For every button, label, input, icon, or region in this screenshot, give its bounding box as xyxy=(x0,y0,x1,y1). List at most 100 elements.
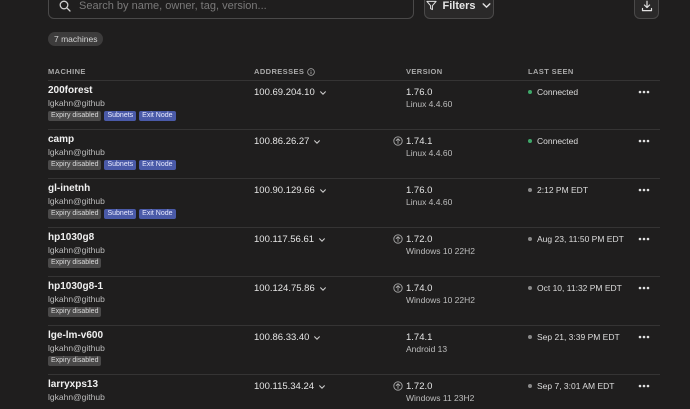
status-dot xyxy=(528,188,532,192)
search-box[interactable] xyxy=(48,0,414,19)
address-value: 100.86.26.27 xyxy=(254,136,310,147)
machine-name[interactable]: hp1030g8 xyxy=(48,232,94,243)
tag-badge: Expiry disabled xyxy=(48,307,102,317)
table-row[interactable]: camp lgkahn@github Expiry disabled Subne… xyxy=(48,129,660,178)
status-dot xyxy=(528,139,532,143)
status-dot xyxy=(528,384,532,388)
status-dot xyxy=(528,335,532,339)
machine-name[interactable]: hp1030g8-1 xyxy=(48,281,103,292)
address-dropdown[interactable]: 100.86.26.27 xyxy=(254,136,321,147)
machine-owner: lgkahn@github xyxy=(48,196,105,206)
machine-name[interactable]: larryxps13 xyxy=(48,379,98,390)
machine-owner: lgkahn@github xyxy=(48,147,105,157)
machine-owner: lgkahn@github xyxy=(48,294,105,304)
more-options-button[interactable] xyxy=(637,282,651,294)
address-value: 100.124.75.86 xyxy=(254,283,315,294)
os-value: Windows 11 23H2 xyxy=(406,393,475,403)
address-dropdown[interactable]: 100.69.204.10 xyxy=(254,87,327,98)
machine-name[interactable]: lge-lm-v600 xyxy=(48,330,103,341)
machine-owner: lgkahn@github xyxy=(48,98,105,108)
machine-tags: Expiry disabled xyxy=(48,307,102,317)
update-available-icon[interactable] xyxy=(393,283,403,293)
last-seen-value: Connected xyxy=(537,87,579,97)
more-horizontal-icon xyxy=(638,384,650,388)
chevron-down-icon xyxy=(314,335,321,340)
column-header-last-seen[interactable]: LAST SEEN xyxy=(528,67,574,76)
table-row[interactable]: gl-inetnh lgkahn@github Expiry disabled … xyxy=(48,178,660,227)
column-header-version[interactable]: VERSION xyxy=(406,67,443,76)
table-row[interactable]: hp1030g8-1 lgkahn@github Expiry disabled… xyxy=(48,276,660,325)
download-icon xyxy=(641,0,652,11)
last-seen-value: 2:12 PM EDT xyxy=(537,185,589,195)
more-options-button[interactable] xyxy=(637,331,651,343)
update-available-icon[interactable] xyxy=(393,234,403,244)
tag-badge: Expiry disabled xyxy=(48,258,102,268)
more-options-button[interactable] xyxy=(637,184,651,196)
last-seen-value: Sep 21, 3:39 PM EDT xyxy=(537,332,620,342)
more-options-button[interactable] xyxy=(637,135,651,147)
tag-badge: Subnets xyxy=(104,160,137,170)
address-value: 100.69.204.10 xyxy=(254,87,315,98)
address-dropdown[interactable]: 100.115.34.24 xyxy=(254,381,326,392)
version-value: 1.72.0 xyxy=(406,234,433,245)
more-horizontal-icon xyxy=(638,188,650,192)
address-value: 100.117.56.61 xyxy=(254,234,315,245)
status-dot xyxy=(528,286,532,290)
filters-label: Filters xyxy=(442,0,476,12)
address-dropdown[interactable]: 100.86.33.40 xyxy=(254,332,321,343)
more-options-button[interactable] xyxy=(637,380,651,392)
column-header-label: VERSION xyxy=(406,67,443,76)
filters-button[interactable]: Filters xyxy=(424,0,494,19)
os-value: Windows 10 22H2 xyxy=(406,295,475,305)
tag-badge: Exit Node xyxy=(139,111,176,121)
os-value: Android 13 xyxy=(406,344,448,354)
chevron-down-icon xyxy=(319,237,325,242)
table-row[interactable]: larryxps13 lgkahn@github 100.115.34.24 1… xyxy=(48,374,660,409)
machine-name[interactable]: camp xyxy=(48,134,74,145)
machine-name[interactable]: 200forest xyxy=(48,85,92,96)
chevron-down-icon xyxy=(319,90,326,95)
machine-owner: lgkahn@github xyxy=(48,343,105,353)
table-row[interactable]: lge-lm-v600 lgkahn@github Expiry disable… xyxy=(48,325,660,374)
filter-icon xyxy=(426,0,438,11)
machine-tags: Expiry disabled xyxy=(48,258,102,268)
machine-owner: lgkahn@github xyxy=(48,245,105,255)
table-row[interactable]: 200forest lgkahn@github Expiry disabled … xyxy=(48,80,660,129)
last-seen-value: Connected xyxy=(537,136,579,146)
more-horizontal-icon xyxy=(638,237,650,241)
chevron-down-icon xyxy=(314,139,321,144)
update-available-icon[interactable] xyxy=(393,136,403,146)
os-value: Linux 4.4.60 xyxy=(406,197,453,207)
chevron-down-icon xyxy=(481,3,491,8)
update-available-icon[interactable] xyxy=(393,381,403,391)
last-seen-value: Sep 7, 3:01 AM EDT xyxy=(537,381,615,391)
machine-tags: Expiry disabled Subnets Exit Node xyxy=(48,111,176,121)
more-options-button[interactable] xyxy=(637,86,651,98)
search-input[interactable] xyxy=(79,0,413,12)
more-options-button[interactable] xyxy=(637,233,651,245)
status-dot xyxy=(528,237,532,241)
version-value: 1.74.0 xyxy=(406,283,433,294)
version-value: 1.72.0 xyxy=(406,381,433,392)
info-icon[interactable] xyxy=(307,67,316,76)
last-seen-value: Aug 23, 11:50 PM EDT xyxy=(537,234,624,244)
machine-tags: Expiry disabled Subnets Exit Node xyxy=(48,160,176,170)
address-dropdown[interactable]: 100.124.75.86 xyxy=(254,283,327,294)
version-value: 1.76.0 xyxy=(406,185,433,196)
chevron-down-icon xyxy=(319,384,325,389)
address-dropdown[interactable]: 100.90.129.66 xyxy=(254,185,327,196)
os-value: Linux 4.4.60 xyxy=(406,99,453,109)
chevron-down-icon xyxy=(319,188,326,193)
column-header-addresses[interactable]: ADDRESSES xyxy=(254,67,316,76)
machine-count-badge: 7 machines xyxy=(48,32,104,46)
more-horizontal-icon xyxy=(638,139,650,143)
chevron-down-icon xyxy=(319,286,326,291)
column-header-machine[interactable]: MACHINE xyxy=(48,67,86,76)
column-header-label: LAST SEEN xyxy=(528,67,574,76)
address-dropdown[interactable]: 100.117.56.61 xyxy=(254,234,326,245)
more-horizontal-icon xyxy=(638,286,650,290)
export-button[interactable] xyxy=(634,0,659,19)
os-value: Windows 10 22H2 xyxy=(406,246,475,256)
table-row[interactable]: hp1030g8 lgkahn@github Expiry disabled 1… xyxy=(48,227,660,276)
machine-name[interactable]: gl-inetnh xyxy=(48,183,90,194)
